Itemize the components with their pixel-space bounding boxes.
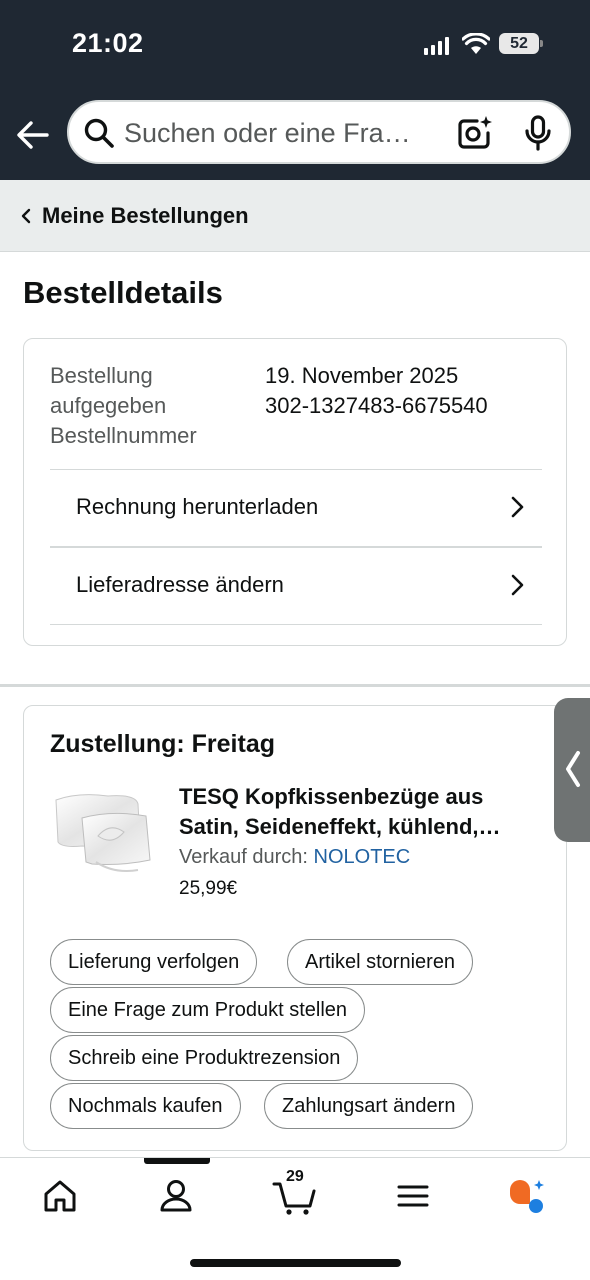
signal-icon: [424, 37, 449, 55]
breadcrumb[interactable]: Meine Bestellungen: [0, 180, 590, 252]
bottom-nav: 29: [0, 1157, 590, 1280]
product-image[interactable]: [52, 790, 156, 876]
buy-again-button[interactable]: Nochmals kaufen: [50, 1083, 241, 1129]
product-title-line-2: Satin, Seideneffekt, kühlend,…: [179, 814, 501, 839]
order-labels: Bestellung aufgegeben Bestellnummer: [50, 361, 250, 451]
battery-indicator: 52: [499, 33, 543, 54]
home-icon[interactable]: [40, 1176, 80, 1216]
seller-prefix: Verkauf durch:: [179, 846, 308, 868]
chevron-left-icon: [21, 208, 31, 224]
page-title: Bestelldetails: [23, 275, 223, 310]
download-invoice-label: Rechnung herunterladen: [76, 494, 319, 519]
ask-question-button[interactable]: Eine Frage zum Produkt stellen: [50, 987, 366, 1033]
side-panel-tab[interactable]: [554, 698, 590, 842]
search-bar[interactable]: [67, 100, 571, 164]
microphone-icon[interactable]: [524, 115, 552, 151]
seller-line: Verkauf durch: NOLOTEC: [179, 846, 410, 869]
order-date-value: 19. November 2025: [265, 363, 459, 388]
chevron-right-icon: [511, 574, 524, 596]
cart-count: 29: [286, 1168, 304, 1185]
change-address-link[interactable]: Lieferadresse ändern: [50, 548, 542, 624]
product-title-line-1: TESQ Kopfkissenbezüge aus: [179, 784, 484, 809]
order-details-card: Bestellung aufgegeben Bestellnummer 19. …: [23, 338, 567, 646]
account-icon[interactable]: [156, 1176, 196, 1216]
product-price: 25,99€: [179, 878, 238, 899]
status-time: 21:02: [72, 28, 144, 58]
order-date-label: Bestellung: [50, 363, 153, 388]
status-bar: 21:02 52: [0, 0, 590, 90]
divider: [50, 624, 542, 625]
order-number-value: 302-1327483-6675540: [265, 393, 488, 418]
download-invoice-link[interactable]: Rechnung herunterladen: [50, 470, 542, 546]
change-payment-button[interactable]: Zahlungsart ändern: [264, 1083, 474, 1129]
track-delivery-button[interactable]: Lieferung verfolgen: [50, 939, 258, 985]
product-title[interactable]: TESQ Kopfkissenbezüge aus Satin, Seidene…: [179, 782, 539, 842]
section-separator: [0, 684, 590, 687]
breadcrumb-label: Meine Bestellungen: [42, 203, 249, 228]
seller-link[interactable]: NOLOTEC: [314, 846, 411, 868]
camera-search-icon[interactable]: [457, 115, 493, 151]
search-input[interactable]: [124, 116, 434, 150]
delivery-card: Zustellung: Freitag TESQ Kopfkissenbezüg…: [23, 705, 567, 1151]
write-review-button[interactable]: Schreib eine Produktrezension: [50, 1035, 359, 1081]
order-number-label: Bestellnummer: [50, 423, 197, 448]
delivery-title: Zustellung: Freitag: [50, 730, 275, 758]
search-icon: [84, 118, 114, 148]
back-arrow-icon[interactable]: [16, 118, 50, 152]
rufus-ai-icon[interactable]: [506, 1176, 546, 1216]
order-values: 19. November 2025 302-1327483-6675540: [265, 361, 488, 421]
change-address-label: Lieferadresse ändern: [76, 572, 284, 597]
menu-icon[interactable]: [393, 1176, 433, 1216]
cancel-item-button[interactable]: Artikel stornieren: [287, 939, 474, 985]
wifi-icon: [462, 33, 490, 54]
chevron-left-icon: [566, 751, 580, 787]
order-date-label-cont: aufgegeben: [50, 393, 167, 418]
home-indicator: [190, 1259, 401, 1267]
search-header: [0, 90, 590, 180]
active-tab-indicator: [144, 1158, 210, 1164]
chevron-right-icon: [511, 496, 524, 518]
